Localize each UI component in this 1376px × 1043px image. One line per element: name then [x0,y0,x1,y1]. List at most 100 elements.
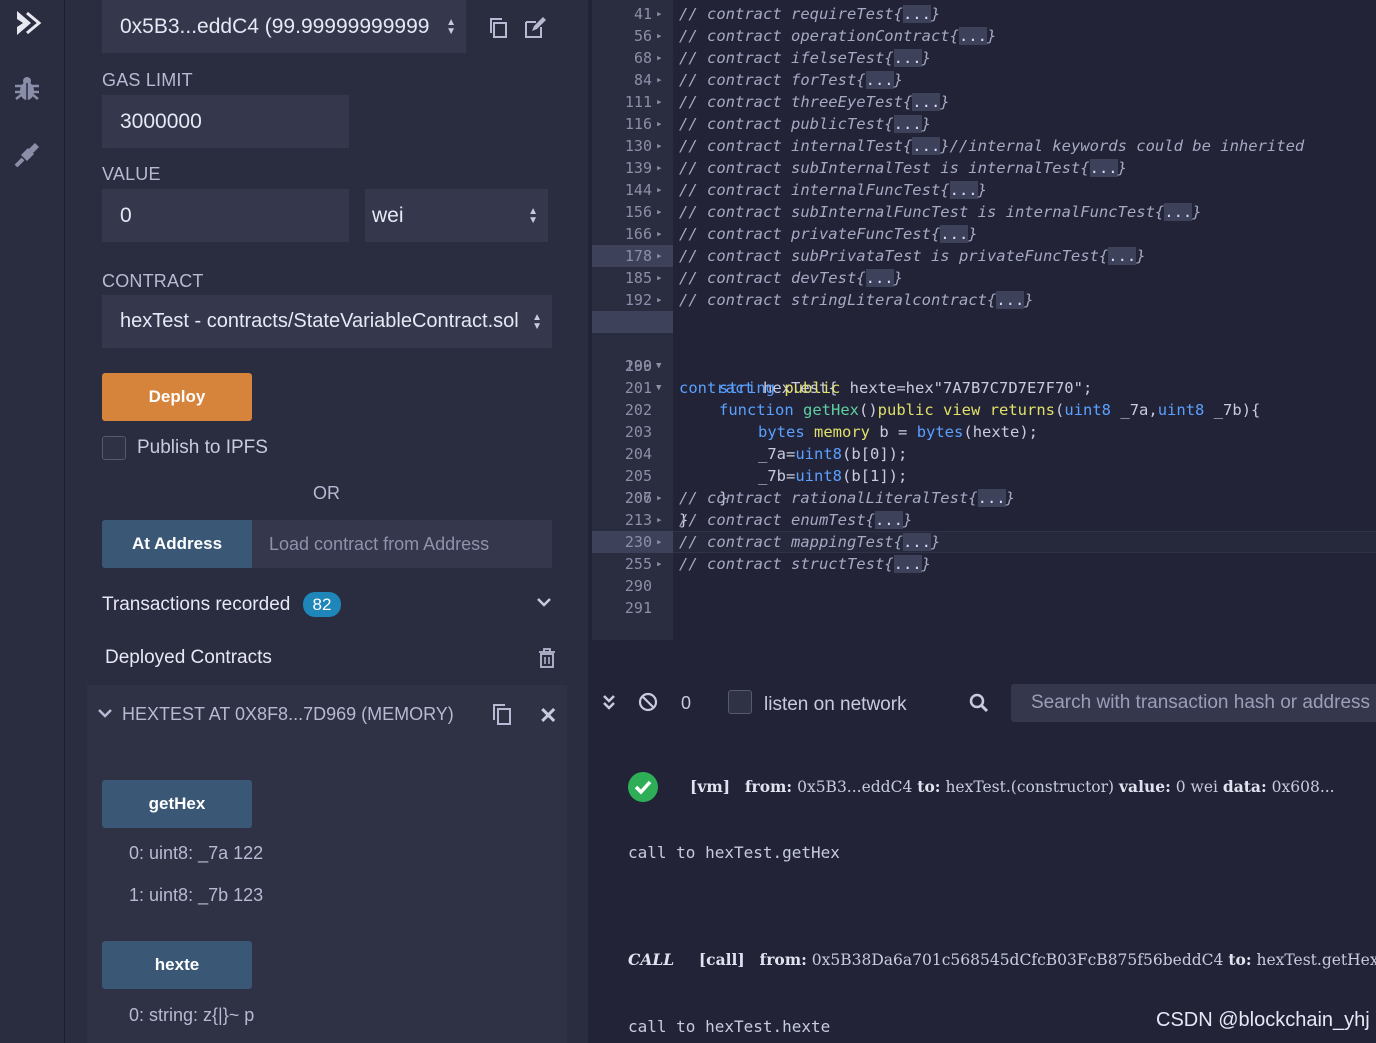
line-number: 41 [633,5,652,23]
gethex-button[interactable]: getHex [102,780,252,828]
call-log-gethex: call to hexTest.getHex [628,843,840,862]
tx-val: hexTest.(constructor) [945,778,1115,796]
fold-placeholder[interactable]: ... [912,137,941,155]
comment-text: // contract privateFuncTest{ [679,225,941,243]
instance-copy-icon[interactable] [491,702,513,731]
line-number: 255 [624,555,652,573]
hexte-button[interactable]: hexte [102,941,252,989]
publish-ipfs-checkbox[interactable] [102,436,126,460]
account-select[interactable]: 0x5B3...eddC4 (99.9999999999999 ▲ ▼ [102,0,466,53]
at-address-input[interactable]: Load contract from Address [252,520,552,568]
fold-placeholder[interactable]: ... [1164,203,1193,221]
fold-arrow-icon[interactable]: ▸ [656,223,663,245]
code-line-290: 290 [592,575,1376,597]
fold-arrow-icon[interactable]: ▸ [656,135,663,157]
fold-arrow-icon[interactable]: ▸ [656,553,663,575]
fold-placeholder[interactable]: ... [893,115,922,133]
tx-log-call[interactable]: CALL [call] from: 0x5B38Da6a701c568545dC… [628,950,1376,969]
tx-key: to: [1228,950,1252,969]
search-transaction-input[interactable]: Search with transaction hash or address [1011,684,1376,722]
line-number: 144 [624,181,652,199]
fold-placeholder[interactable]: ... [940,225,969,243]
comment-text: // contract publicTest{ [679,115,894,133]
code-line-185: 185 ▸ // contract devTest{...} [592,267,1376,289]
fold-placeholder[interactable]: ... [912,93,941,111]
comment-text: } [893,71,903,89]
fold-placeholder[interactable]: ... [902,5,931,23]
fold-placeholder[interactable]: ... [874,511,903,529]
line-number: 230 [624,533,652,551]
fold-placeholder[interactable]: ... [1089,159,1118,177]
fold-arrow-icon[interactable]: ▸ [656,91,663,113]
copy-icon[interactable] [488,17,510,44]
fold-arrow-icon[interactable]: ▸ [656,509,663,531]
fold-placeholder[interactable]: ... [958,27,987,45]
line-number: 56 [633,27,652,45]
fold-placeholder[interactable]: ... [893,555,922,573]
comment-text: } [1136,247,1146,265]
edit-icon[interactable] [523,16,547,45]
comment-text: // contract requireTest{ [679,5,903,23]
fold-arrow-icon[interactable]: ▸ [656,157,663,179]
fold-placeholder[interactable]: ... [949,181,978,199]
instance-chevron-down-icon[interactable] [97,707,113,725]
fold-arrow-icon[interactable]: ▸ [656,289,663,311]
line-number: 130 [624,137,652,155]
fold-placeholder[interactable]: ... [977,489,1006,507]
tx-log-deploy[interactable]: [vm] from: 0x5B3...eddC4 to: hexTest.(co… [690,777,1335,796]
listen-network-checkbox[interactable] [728,690,752,714]
remix-logo-icon[interactable] [10,6,44,40]
line-number: 116 [624,115,652,133]
clear-console-icon[interactable] [638,692,658,717]
fold-arrow-icon[interactable]: ▸ [656,245,663,267]
plugin-plug-icon[interactable] [10,138,44,172]
fold-placeholder[interactable]: ... [893,49,922,67]
fold-arrow-icon[interactable]: ▸ [656,69,663,91]
contract-select[interactable]: hexTest - contracts/StateVariableContrac… [102,295,552,348]
chevron-down-icon[interactable] [536,596,552,614]
select-arrows-icon: ▲ ▼ [532,311,542,332]
tx-tag: CALL [628,950,675,969]
trash-icon[interactable] [538,648,556,673]
fold-arrow-icon[interactable]: ▸ [656,267,663,289]
pending-tx-count: 0 [681,693,692,713]
fold-placeholder[interactable]: ... [902,533,931,551]
deploy-button[interactable]: Deploy [102,373,252,421]
value-input[interactable]: 0 [102,189,349,242]
fold-arrow-icon[interactable]: ▸ [656,47,663,69]
fold-arrow-icon[interactable]: ▸ [656,3,663,25]
watermark: CSDN @blockchain_yhj [1156,1009,1370,1031]
contract-label: CONTRACT [102,271,204,291]
fold-placeholder[interactable]: ... [1108,247,1137,265]
fold-arrow-icon[interactable]: ▸ [656,25,663,47]
comment-text: // contract threeEyeTest{ [679,93,913,111]
fold-arrow-icon[interactable]: ▸ [656,487,663,509]
comment-text: } [930,533,941,551]
tx-tag: [call] [698,950,745,969]
fold-placeholder[interactable]: ... [996,291,1025,309]
debugger-bug-icon[interactable] [10,72,44,106]
fold-arrow-icon[interactable]: ▸ [656,113,663,135]
fold-arrow-icon[interactable]: ▸ [656,201,663,223]
tx-val: 0x5B3...eddC4 [797,778,913,796]
gas-limit-input[interactable]: 3000000 [102,95,349,148]
code-line-200: 200 string public hexte=hex"7A7B7C7D7E7F… [592,333,1376,397]
code-line-206: 206 } [592,465,1376,529]
line-number: 166 [624,225,652,243]
fold-placeholder[interactable]: ... [865,269,894,287]
line-number: 192 [624,291,652,309]
code-editor[interactable]: 41 ▸// contract requireTest{...} 56 ▸// con… [592,0,1376,640]
fold-placeholder[interactable]: ... [865,71,894,89]
at-address-button[interactable]: At Address [102,520,252,568]
collapse-double-chevron-icon[interactable] [602,694,616,717]
close-icon[interactable]: ✕ [539,703,557,729]
fold-arrow-icon[interactable]: ▸ [656,531,663,553]
comment-text: // contract rationalLiteralTest{ [679,489,978,507]
fold-arrow-icon[interactable]: ▸ [656,179,663,201]
comment-text: // contract ifelseTest{ [679,49,894,67]
comment-text: // contract subInternalTest is internalT… [679,159,1090,177]
unit-select[interactable]: wei ▲ ▼ [365,189,548,242]
gas-limit-label: GAS LIMIT [102,70,193,90]
code-line-205: 205 } [592,443,1376,507]
comment-text: } [940,93,950,111]
